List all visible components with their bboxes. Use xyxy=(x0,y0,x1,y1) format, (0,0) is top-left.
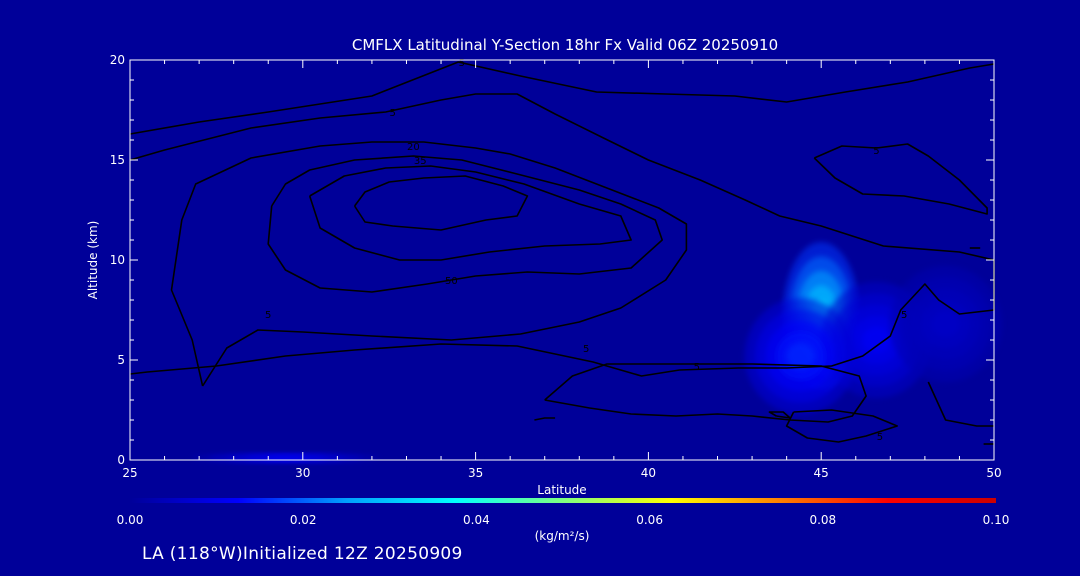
y-tick-label: 10 xyxy=(110,253,125,267)
colorbar-tick-label: 0.04 xyxy=(463,513,490,527)
contour-label: 35 xyxy=(414,156,427,167)
colorbar-strip xyxy=(130,498,996,503)
field-blob-3 xyxy=(889,266,1002,382)
field-level xyxy=(862,326,891,354)
y-tick-label: 15 xyxy=(110,153,125,167)
y-tick-label: 5 xyxy=(117,353,125,367)
x-tick-label: 25 xyxy=(122,466,137,480)
chart-title: CMFLX Latitudinal Y-Section 18hr Fx Vali… xyxy=(352,36,778,54)
field-level xyxy=(931,310,960,338)
colorbar-tick-label: 0.02 xyxy=(290,513,317,527)
x-tick-label: 50 xyxy=(986,466,1001,480)
contour-label: 5 xyxy=(694,362,700,373)
x-tick-label: 40 xyxy=(641,466,656,480)
contour-label: 5 xyxy=(873,146,879,157)
y-axis-label: Altitude (km) xyxy=(86,221,100,300)
colorbar-units-label: (kg/m²/s) xyxy=(535,529,590,543)
colorbar: 0.00 0.02 0.04 0.06 0.08 0.10 (kg/m²/s) xyxy=(117,498,1010,543)
y-tick-label: 20 xyxy=(110,53,125,67)
field-blob-4 xyxy=(191,453,380,463)
colorbar-tick-label: 0.08 xyxy=(809,513,836,527)
contour-label: 5 xyxy=(265,310,271,321)
x-tick-label: 45 xyxy=(814,466,829,480)
plot-background xyxy=(130,60,994,460)
contour-label: 5 xyxy=(901,310,907,321)
contour-label: 5 xyxy=(877,432,883,443)
colorbar-ticks: 0.00 0.02 0.04 0.06 0.08 0.10 xyxy=(117,513,1010,527)
contour-label: 50 xyxy=(445,276,458,287)
x-tick-label: 35 xyxy=(468,466,483,480)
x-tick-label: 30 xyxy=(295,466,310,480)
plot-area: 55203550555555 25 30 35 40 45 50 05101520 xyxy=(110,53,1002,480)
chart-stage: CMFLX Latitudinal Y-Section 18hr Fx Vali… xyxy=(0,0,1080,576)
initialization-footer: LA (118°W)Initialized 12Z 20250909 xyxy=(142,544,463,564)
colorbar-tick-label: 0.10 xyxy=(983,513,1010,527)
colorbar-tick-label: 0.00 xyxy=(117,513,144,527)
contour-label: 20 xyxy=(407,142,420,153)
y-tick-label: 0 xyxy=(117,453,125,467)
contour-label: 5 xyxy=(389,108,395,119)
field-blob-2 xyxy=(744,298,857,414)
cross-section-chart: CMFLX Latitudinal Y-Section 18hr Fx Vali… xyxy=(86,36,1010,543)
colorbar-tick-label: 0.06 xyxy=(636,513,663,527)
x-axis-label: Latitude xyxy=(537,483,586,497)
contour-label: 5 xyxy=(583,344,589,355)
